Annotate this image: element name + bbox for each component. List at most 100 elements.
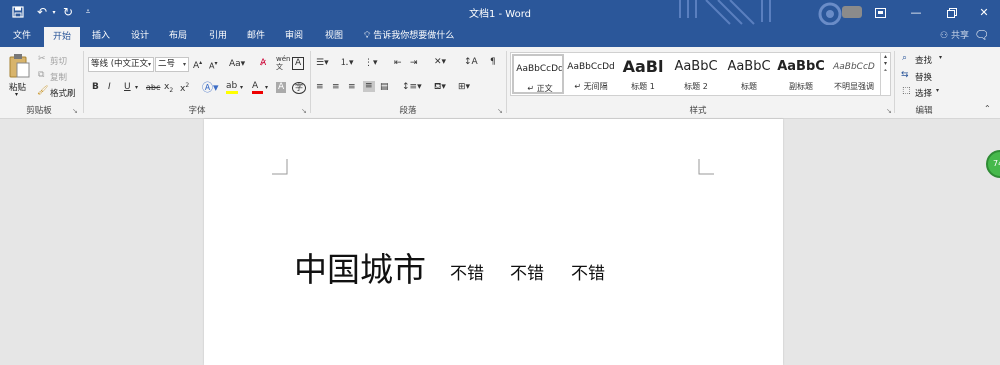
scroll-down-icon[interactable]: ▾ <box>881 60 890 67</box>
tab-mailings[interactable]: 邮件 <box>240 25 272 47</box>
style-no-spacing[interactable]: AaBbCcDd ↵ 无间隔 <box>565 54 617 94</box>
paste-dropdown-icon[interactable]: ▾ <box>15 91 18 98</box>
more-styles-icon[interactable]: ⩡ <box>881 67 890 75</box>
format-painter-button[interactable]: 格式刷 <box>50 87 76 99</box>
chevron-down-icon: ▾ <box>147 61 151 68</box>
minimize-button[interactable]: — <box>898 0 934 25</box>
bold-icon[interactable]: B <box>92 83 99 92</box>
multilevel-list-icon[interactable]: ⋮▾ <box>364 59 378 68</box>
document-word[interactable]: 不错 <box>450 259 484 284</box>
maximize-button[interactable] <box>934 0 970 25</box>
style-heading-2[interactable]: AaBbC 标题 2 <box>670 54 722 94</box>
share-button[interactable]: ⚇ 共享 <box>940 25 969 47</box>
borders-icon[interactable]: ⊞▾ <box>458 83 470 92</box>
document-word[interactable]: 不错 <box>571 259 605 284</box>
replace-button[interactable]: 替换 <box>915 71 932 83</box>
style-name: 副标题 <box>789 82 813 91</box>
ribbon-display-options-icon[interactable] <box>862 0 898 25</box>
editing-group-label: 编辑 <box>915 106 933 116</box>
document-page[interactable]: 中国城市 不错 不错 不错 <box>204 119 783 365</box>
font-launcher-icon[interactable]: ↘ <box>301 107 307 115</box>
text-effects-icon[interactable]: Ⓐ▾ <box>202 82 219 93</box>
underline-dropdown-icon[interactable]: ▾ <box>135 85 138 91</box>
tab-layout[interactable]: 布局 <box>162 25 194 47</box>
subscript-icon[interactable]: x2 <box>164 83 173 94</box>
tab-references[interactable]: 引用 <box>202 25 234 47</box>
phonetic-guide-icon[interactable]: wén 文 <box>276 55 290 71</box>
cut-button[interactable]: 剪切 <box>50 55 67 67</box>
copy-icon[interactable]: ⧉ <box>38 71 44 80</box>
sort-icon[interactable]: ↕A <box>464 58 478 67</box>
line-spacing-icon[interactable]: ↕≡▾ <box>402 83 422 92</box>
underline-icon[interactable]: U <box>124 83 131 92</box>
chinese-layout-icon[interactable]: ✕▾ <box>434 58 446 67</box>
font-name-combo[interactable]: 等线 (中文正文 ▾ <box>88 57 154 72</box>
document-word[interactable]: 不错 <box>510 259 544 284</box>
clipboard-paste-icon[interactable] <box>8 53 30 79</box>
replace-icon[interactable]: ⇆ <box>901 71 909 80</box>
format-painter-icon[interactable]: 🖌︎ <box>37 87 48 96</box>
tab-review[interactable]: 审阅 <box>278 25 310 47</box>
enclose-character-icon[interactable]: A <box>292 57 305 70</box>
find-icon[interactable]: ⌕ <box>902 54 907 63</box>
comments-icon[interactable]: 🗨︎ <box>974 28 989 42</box>
font-name-value: 等线 (中文正文 <box>91 59 149 69</box>
find-dropdown-icon[interactable]: ▾ <box>939 55 942 61</box>
style-title[interactable]: AaBbC 标题 <box>723 54 775 94</box>
grow-font-icon[interactable]: A▴ <box>193 60 202 71</box>
font-size-combo[interactable]: 二号 ▾ <box>155 57 189 72</box>
tab-view[interactable]: 视图 <box>318 25 350 47</box>
font-color-dropdown-icon[interactable]: ▾ <box>265 85 268 91</box>
shading-icon[interactable]: ⛾▾ <box>434 83 446 92</box>
strikethrough-icon[interactable]: abc <box>146 84 160 92</box>
scissors-icon[interactable]: ✂︎ <box>38 55 46 64</box>
select-dropdown-icon[interactable]: ▾ <box>936 88 939 94</box>
find-button[interactable]: 查找 <box>915 54 932 66</box>
change-case-icon[interactable]: Aa▾ <box>229 60 245 69</box>
lightbulb-icon: 💡︎ <box>364 31 371 41</box>
user-avatar[interactable] <box>842 6 862 18</box>
scroll-up-icon[interactable]: ▴ <box>881 53 890 60</box>
tab-insert[interactable]: 插入 <box>86 25 116 47</box>
align-right-icon[interactable]: ≡ <box>348 83 356 92</box>
select-icon[interactable]: ⬚ <box>902 87 911 96</box>
tell-me-search[interactable]: 💡︎ 告诉我你想要做什么 <box>364 25 454 47</box>
style-preview: AaBbCcDd <box>516 64 564 74</box>
decrease-indent-icon[interactable]: ⇤ <box>394 59 402 68</box>
bullets-icon[interactable]: ☰▾ <box>316 59 329 68</box>
style-normal[interactable]: AaBbCcDd ↵ 正文 <box>512 54 564 94</box>
increase-indent-icon[interactable]: ⇥ <box>410 59 418 68</box>
show-paragraph-marks-icon[interactable]: ¶ <box>490 58 496 67</box>
collapse-ribbon-icon[interactable]: ⌃ <box>984 105 991 113</box>
superscript-icon[interactable]: x2 <box>180 83 189 94</box>
copy-button[interactable]: 复制 <box>50 71 67 83</box>
close-button[interactable]: ✕ <box>966 0 1000 25</box>
font-group-label: 字体 <box>188 106 206 116</box>
character-shading-icon[interactable]: A <box>276 82 287 93</box>
highlight-dropdown-icon[interactable]: ▾ <box>240 85 243 91</box>
clipboard-launcher-icon[interactable]: ↘ <box>72 107 78 115</box>
shrink-font-icon[interactable]: A▾ <box>209 61 218 71</box>
numbering-icon[interactable]: ⒈▾ <box>340 59 354 68</box>
italic-icon[interactable]: I <box>108 83 111 92</box>
style-heading-1[interactable]: AaBl 标题 1 <box>617 54 669 94</box>
style-subtle-emphasis[interactable]: AaBbCcD 不明显强调 <box>828 54 880 94</box>
style-gallery[interactable]: AaBbCcDd ↵ 正文 AaBbCcDd ↵ 无间隔 AaBl 标题 1 A… <box>510 52 881 96</box>
paragraph-launcher-icon[interactable]: ↘ <box>497 107 503 115</box>
tab-home[interactable]: 开始 <box>44 27 80 47</box>
align-left-icon[interactable]: ≡ <box>316 83 324 92</box>
style-gallery-scroll[interactable]: ▴ ▾ ⩡ <box>881 52 891 96</box>
justify-icon[interactable]: ≡ <box>363 81 375 92</box>
style-subtitle[interactable]: AaBbC 副标题 <box>775 54 827 94</box>
document-heading-text[interactable]: 中国城市 <box>294 243 426 291</box>
tab-file[interactable]: 文件 <box>6 25 38 47</box>
styles-launcher-icon[interactable]: ↘ <box>886 107 892 115</box>
clear-formatting-icon[interactable]: A̷ <box>260 59 266 68</box>
font-color-icon[interactable]: A <box>252 82 263 94</box>
distributed-icon[interactable]: ▤ <box>380 83 389 92</box>
tab-design[interactable]: 设计 <box>124 25 156 47</box>
select-button[interactable]: 选择 <box>915 87 932 99</box>
highlight-icon[interactable]: ab <box>226 82 238 94</box>
align-center-icon[interactable]: ≡ <box>332 83 340 92</box>
enclose-characters-icon[interactable]: 字 <box>292 82 306 94</box>
